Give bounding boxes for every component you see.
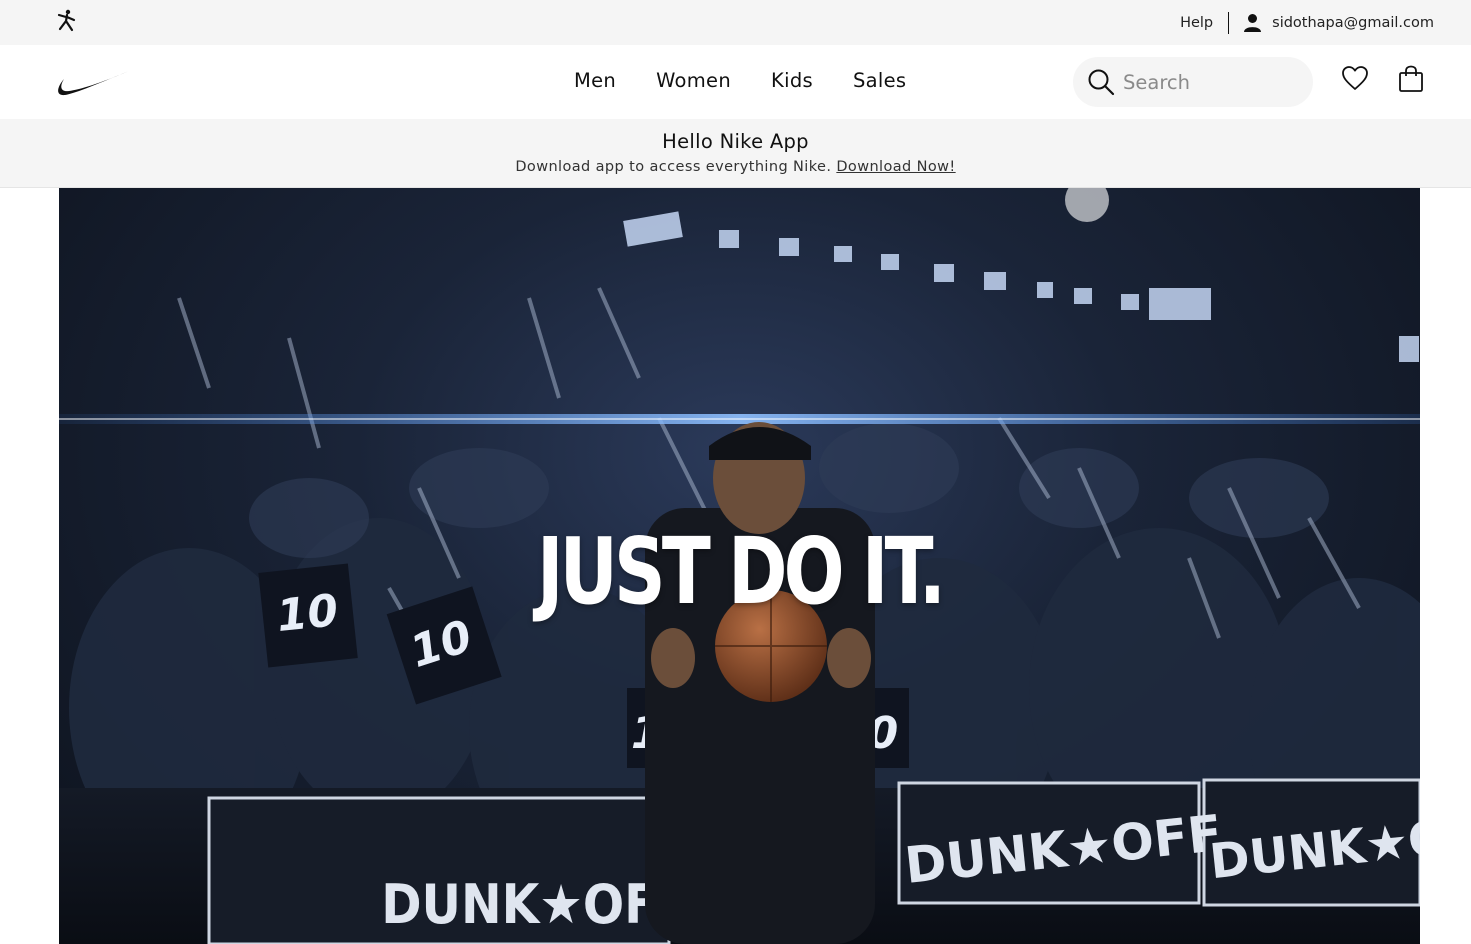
nav-item-men[interactable]: Men — [574, 69, 616, 92]
top-utility-bar: Help sidothapa@gmail.com — [0, 0, 1471, 45]
promo-text: Download app to access everything Nike. — [515, 159, 832, 175]
dunk-off-banner: DUNK★OFF — [381, 874, 690, 937]
help-link[interactable]: Help — [1180, 15, 1213, 31]
promo-text-line: Download app to access everything Nike. … — [0, 159, 1471, 175]
nav-item-women[interactable]: Women — [656, 69, 731, 92]
category-menu: Men Women Kids Sales — [574, 69, 906, 92]
search-input[interactable] — [1123, 70, 1293, 94]
nike-swoosh-icon[interactable] — [55, 71, 129, 101]
hero-tagline: JUST DO IT. — [536, 518, 946, 625]
user-icon — [1244, 13, 1262, 32]
search-icon[interactable] — [1087, 68, 1115, 96]
user-email: sidothapa@gmail.com — [1272, 14, 1434, 31]
account-menu[interactable]: sidothapa@gmail.com — [1243, 13, 1434, 33]
heart-icon[interactable] — [1341, 65, 1369, 95]
download-now-link[interactable]: Download Now! — [836, 159, 955, 175]
shopping-bag-icon[interactable] — [1398, 65, 1424, 97]
promo-title: Hello Nike App — [662, 130, 809, 153]
search-box[interactable] — [1073, 57, 1313, 107]
jordan-jumpman-icon[interactable] — [54, 9, 80, 37]
app-promo-banner: Hello Nike App Download app to access ev… — [0, 119, 1471, 188]
main-navbar: Men Women Kids Sales — [0, 45, 1471, 119]
nav-item-sales[interactable]: Sales — [853, 69, 906, 92]
nav-item-kids[interactable]: Kids — [771, 69, 813, 92]
divider — [1228, 11, 1230, 34]
hero-video[interactable]: 10 10 10 10 DUNK★OFF DUNK★OFF DUNK★OFF J… — [59, 188, 1420, 944]
